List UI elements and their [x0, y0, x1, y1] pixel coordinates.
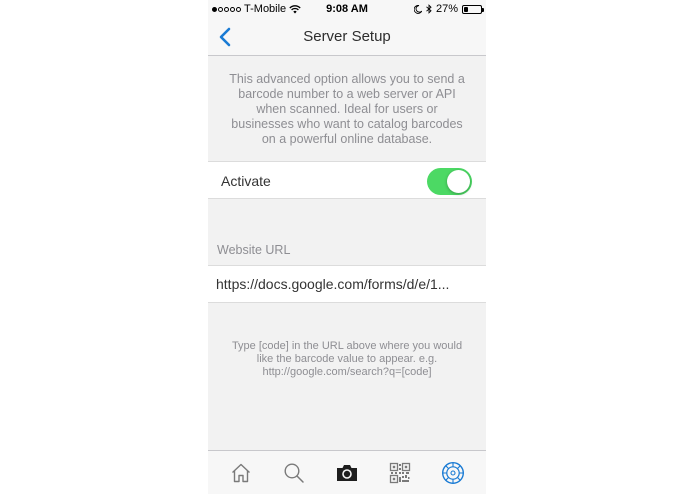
activate-label: Activate [221, 173, 271, 189]
page-title: Server Setup [303, 28, 391, 45]
settings-icon [442, 461, 465, 484]
tab-search[interactable] [279, 458, 309, 488]
activate-row: Activate [208, 161, 486, 199]
tab-settings[interactable] [438, 458, 468, 488]
search-icon [284, 462, 304, 483]
tab-qr[interactable] [385, 458, 415, 488]
activate-toggle[interactable] [427, 168, 472, 195]
camera-icon [336, 464, 357, 481]
moon-icon [413, 4, 422, 14]
status-bar: T-Mobile 9:08 AM 27% [208, 0, 486, 18]
navigation-bar: Server Setup [208, 18, 486, 56]
home-icon [231, 463, 250, 482]
url-help-text: Type [code] in the URL above where you w… [231, 340, 463, 378]
website-url-header: Website URL [217, 243, 291, 257]
tab-home[interactable] [226, 458, 256, 488]
website-url-value[interactable]: https://docs.google.com/forms/d/e/1... [216, 276, 476, 292]
bluetooth-icon [426, 4, 432, 14]
battery-percent: 27% [435, 3, 458, 15]
website-url-field[interactable]: https://docs.google.com/forms/d/e/1... [208, 265, 486, 303]
feature-description: This advanced option allows you to send … [229, 72, 465, 146]
toggle-knob [447, 170, 470, 193]
tab-camera[interactable] [332, 458, 362, 488]
battery-icon [462, 4, 484, 14]
status-right: 27% [413, 3, 484, 15]
qr-code-icon [390, 462, 411, 483]
tab-bar [208, 450, 486, 494]
settings-content: This advanced option allows you to send … [208, 56, 486, 379]
website-url-section-header: Website URL [208, 199, 486, 265]
phone-screen: T-Mobile 9:08 AM 27% Server Setup This a… [208, 0, 486, 494]
